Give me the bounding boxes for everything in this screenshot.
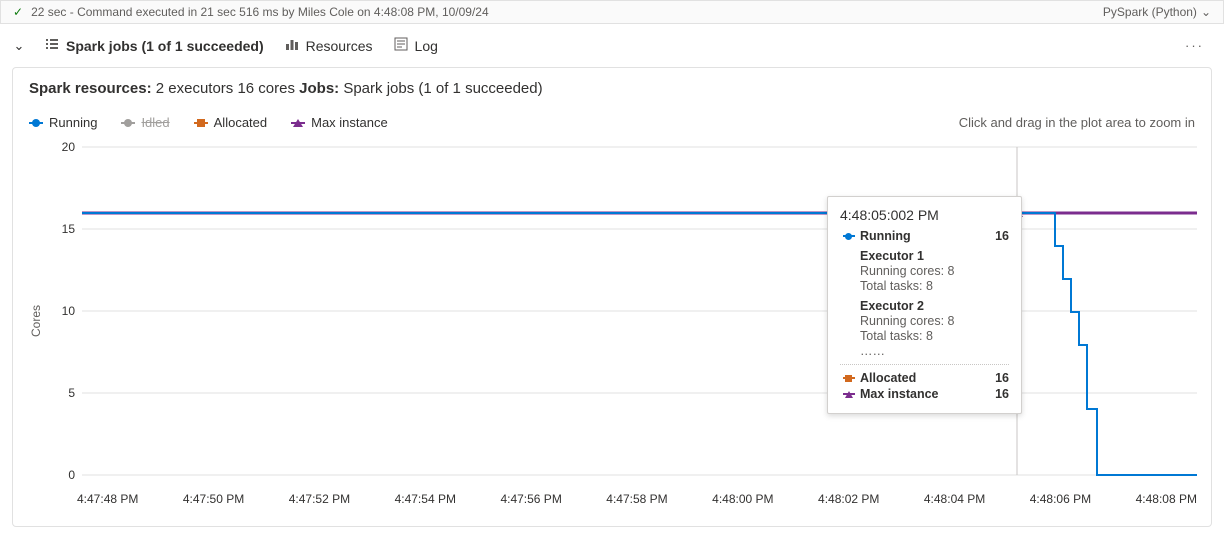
tab-spark-jobs[interactable]: Spark jobs (1 of 1 succeeded) [42, 32, 266, 59]
tooltip-exec1-tasks: Total tasks: 8 [860, 279, 1009, 293]
resources-value: 2 executors 16 cores [152, 80, 300, 97]
more-menu-icon[interactable]: ··· [1185, 38, 1212, 53]
language-selector[interactable]: PySpark (Python) ⌄ [1103, 5, 1211, 19]
tooltip-allocated-label: Allocated [860, 371, 916, 385]
resources-label: Spark resources: [29, 80, 152, 97]
tooltip-max-label: Max instance [860, 387, 939, 401]
tab-resources[interactable]: Resources [282, 32, 375, 59]
tooltip-running-value: 16 [995, 229, 1009, 243]
tooltip-time: 4:48:05:002 PM [840, 207, 1009, 223]
legend-max-instance[interactable]: Max instance [291, 115, 388, 130]
chart-area[interactable]: Cores 20 15 10 5 0 [29, 136, 1195, 506]
zoom-hint: Click and drag in the plot area to zoom … [959, 115, 1195, 130]
chart-icon [284, 36, 300, 55]
chart-svg: 20 15 10 5 0 [47, 136, 1197, 486]
running-line [82, 213, 1197, 475]
svg-text:15: 15 [62, 222, 76, 236]
legend-label: Allocated [214, 115, 267, 130]
success-check-icon: ✓ [13, 5, 23, 19]
x-tick: 4:47:52 PM [289, 492, 350, 506]
x-tick: 4:48:06 PM [1030, 492, 1091, 506]
x-tick: 4:48:02 PM [818, 492, 879, 506]
y-axis-label: Cores [29, 305, 43, 337]
legend-idled[interactable]: Idled [121, 115, 169, 130]
tabs-row: ⌄ Spark jobs (1 of 1 succeeded) Resource… [0, 24, 1224, 67]
x-axis-ticks: 4:47:48 PM 4:47:50 PM 4:47:52 PM 4:47:54… [77, 492, 1197, 506]
x-tick: 4:47:48 PM [77, 492, 138, 506]
status-duration: 22 sec [31, 5, 66, 19]
tooltip-exec1-title: Executor 1 [860, 249, 1009, 263]
tooltip-exec2-tasks: Total tasks: 8 [860, 329, 1009, 343]
tooltip-exec1-cores: Running cores: 8 [860, 264, 1009, 278]
tooltip-allocated-value: 16 [995, 371, 1009, 385]
x-tick: 4:48:08 PM [1136, 492, 1197, 506]
tooltip-max-value: 16 [995, 387, 1009, 401]
list-icon [44, 36, 60, 55]
resources-panel: Spark resources: 2 executors 16 cores Jo… [12, 67, 1212, 527]
tab-label: Log [415, 38, 438, 54]
collapse-chevron-icon[interactable]: ⌄ [12, 38, 26, 54]
legend-label: Idled [141, 115, 169, 130]
tooltip-exec2-title: Executor 2 [860, 299, 1009, 313]
svg-text:5: 5 [68, 386, 75, 400]
language-label: PySpark (Python) [1103, 5, 1197, 19]
legend-label: Max instance [311, 115, 388, 130]
status-bar: ✓ 22 sec - Command executed in 21 sec 51… [0, 0, 1224, 24]
x-tick: 4:47:56 PM [500, 492, 561, 506]
log-icon [393, 36, 409, 55]
x-tick: 4:48:00 PM [712, 492, 773, 506]
legend: Running Idled Allocated Max instance Cli… [29, 115, 1195, 130]
x-tick: 4:47:50 PM [183, 492, 244, 506]
chevron-down-icon: ⌄ [1201, 5, 1211, 19]
summary-line: Spark resources: 2 executors 16 cores Jo… [29, 80, 1195, 97]
status-message: - Command executed in 21 sec 516 ms by M… [70, 5, 489, 19]
x-tick: 4:47:58 PM [606, 492, 667, 506]
tab-label: Resources [306, 38, 373, 54]
legend-label: Running [49, 115, 97, 130]
svg-text:0: 0 [68, 468, 75, 482]
svg-text:20: 20 [62, 140, 76, 154]
tooltip-running-label: Running [860, 229, 911, 243]
legend-allocated[interactable]: Allocated [194, 115, 267, 130]
jobs-value: Spark jobs (1 of 1 succeeded) [339, 80, 542, 97]
tooltip-dots: …… [860, 344, 1009, 358]
svg-text:10: 10 [62, 304, 76, 318]
tab-log[interactable]: Log [391, 32, 440, 59]
x-tick: 4:47:54 PM [395, 492, 456, 506]
jobs-label: Jobs: [299, 80, 339, 97]
legend-running[interactable]: Running [29, 115, 97, 130]
tab-label: Spark jobs (1 of 1 succeeded) [66, 38, 264, 54]
chart-tooltip: 4:48:05:002 PM Running 16 Executor 1 Run… [827, 196, 1022, 414]
tooltip-exec2-cores: Running cores: 8 [860, 314, 1009, 328]
x-tick: 4:48:04 PM [924, 492, 985, 506]
